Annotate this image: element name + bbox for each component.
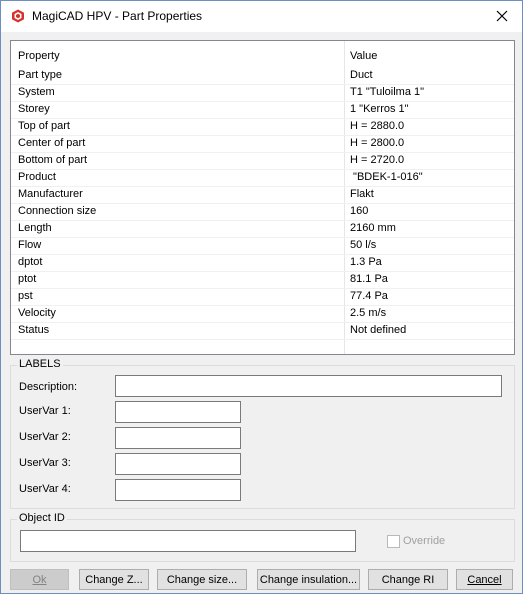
uservar1-label: UserVar 1:: [19, 405, 71, 417]
description-field[interactable]: [115, 375, 502, 397]
property-value: 1 "Kerros 1": [350, 103, 409, 115]
property-value: 77.4 Pa: [350, 290, 388, 302]
object-id-group-title: Object ID: [17, 512, 67, 524]
table-row[interactable]: Status Not defined: [11, 322, 514, 340]
change-z-button[interactable]: Change Z...: [79, 569, 149, 590]
uservar4-field[interactable]: [115, 479, 241, 501]
table-row[interactable]: Part type Duct: [11, 67, 514, 85]
property-name: ptot: [18, 273, 37, 285]
change-ri-button[interactable]: Change RI: [368, 569, 448, 590]
change-size-button[interactable]: Change size...: [157, 569, 247, 590]
property-name: Center of part: [18, 137, 86, 149]
uservar2-field[interactable]: [115, 427, 241, 449]
uservar4-label: UserVar 4:: [19, 483, 71, 495]
change-size-button-label: Change size...: [166, 573, 238, 586]
magicad-logo-icon: [11, 9, 25, 23]
property-name: Velocity: [18, 307, 56, 319]
table-row[interactable]: Product "BDEK-1-016": [11, 169, 514, 187]
property-value: "BDEK-1-016": [350, 171, 423, 183]
property-value: H = 2720.0: [350, 154, 405, 166]
property-name: Bottom of part: [18, 154, 88, 166]
close-icon: [496, 6, 508, 27]
change-insulation-button-label: Change insulation...: [259, 573, 358, 586]
header-property: Property: [18, 50, 60, 62]
labels-group: LABELS Description: UserVar 1: UserVar 2…: [10, 358, 515, 509]
property-name: Flow: [18, 239, 42, 251]
property-value: 2.5 m/s: [350, 307, 387, 319]
table-row[interactable]: Manufacturer Flakt: [11, 186, 514, 204]
table-row[interactable]: Top of part H = 2880.0: [11, 118, 514, 136]
property-value: 160: [350, 205, 369, 217]
title-bar: MagiCAD HPV - Part Properties: [1, 1, 522, 32]
cancel-button-label: Cancel: [467, 573, 502, 586]
table-row[interactable]: Velocity 2.5 m/s: [11, 305, 514, 323]
table-row[interactable]: Connection size 160: [11, 203, 514, 221]
property-name: Part type: [18, 69, 63, 81]
property-value: 2160 mm: [350, 222, 396, 234]
part-properties-dialog: MagiCAD HPV - Part Properties Property V…: [0, 0, 523, 594]
properties-table[interactable]: Property Value Part type Duct System T1 "Tu…: [10, 40, 515, 355]
property-name: Status: [18, 324, 50, 336]
property-name: System: [18, 86, 55, 98]
override-label: Override: [403, 535, 446, 547]
property-name: Top of part: [18, 120, 70, 132]
property-name: Connection size: [18, 205, 97, 217]
property-name: dptot: [18, 256, 43, 268]
property-value: Not defined: [350, 324, 407, 336]
table-row[interactable]: Bottom of part H = 2720.0: [11, 152, 514, 170]
table-row[interactable]: Length 2160 mm: [11, 220, 514, 238]
uservar2-label: UserVar 2:: [19, 431, 71, 443]
ok-button[interactable]: Ok: [10, 569, 69, 590]
uservar3-field[interactable]: [115, 453, 241, 475]
property-name: pst: [18, 290, 33, 302]
table-row[interactable]: Storey 1 "Kerros 1": [11, 101, 514, 119]
property-name: Manufacturer: [18, 188, 83, 200]
change-z-button-label: Change Z...: [85, 573, 143, 586]
header-value: Value: [350, 50, 378, 62]
property-value: Flakt: [350, 188, 374, 200]
close-button[interactable]: [482, 1, 522, 32]
table-row[interactable]: System T1 "Tuloilma 1": [11, 84, 514, 102]
description-label: Description:: [19, 381, 78, 393]
ok-button-label: Ok: [32, 573, 47, 586]
object-id-group: Object ID Override: [10, 512, 515, 562]
uservar3-label: UserVar 3:: [19, 457, 71, 469]
uservar1-field[interactable]: [115, 401, 241, 423]
labels-group-title: LABELS: [17, 358, 63, 370]
property-value: 81.1 Pa: [350, 273, 388, 285]
table-header: Property Value: [11, 45, 514, 67]
property-name: Product: [18, 171, 56, 183]
object-id-field[interactable]: [20, 530, 356, 552]
table-row[interactable]: dptot 1.3 Pa: [11, 254, 514, 272]
property-name: Storey: [18, 103, 50, 115]
change-ri-button-label: Change RI: [381, 573, 435, 586]
table-row[interactable]: Center of part H = 2800.0: [11, 135, 514, 153]
property-value: Duct: [350, 69, 373, 81]
table-row[interactable]: pst 77.4 Pa: [11, 288, 514, 306]
property-value: 1.3 Pa: [350, 256, 382, 268]
property-value: H = 2880.0: [350, 120, 405, 132]
property-value: 50 l/s: [350, 239, 377, 251]
table-row[interactable]: ptot 81.1 Pa: [11, 271, 514, 289]
property-value: T1 "Tuloilma 1": [350, 86, 425, 98]
override-checkbox[interactable]: [387, 535, 400, 548]
window-title: MagiCAD HPV - Part Properties: [32, 9, 203, 23]
table-row[interactable]: Flow 50 l/s: [11, 237, 514, 255]
property-name: Length: [18, 222, 52, 234]
change-insulation-button[interactable]: Change insulation...: [257, 569, 360, 590]
cancel-button[interactable]: Cancel: [456, 569, 513, 590]
property-value: H = 2800.0: [350, 137, 405, 149]
